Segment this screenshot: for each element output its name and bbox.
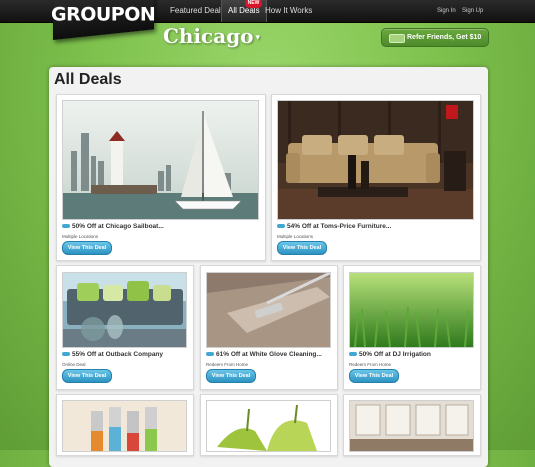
patio-furniture-image: [63, 273, 186, 347]
deal-image-kitchen[interactable]: [349, 400, 474, 452]
new-badge: NEW: [245, 0, 262, 8]
carpet-cleaning-image: [207, 273, 330, 347]
deal-image-sailboat[interactable]: [62, 100, 259, 220]
city-name: Chicago: [163, 24, 254, 48]
deal-location: Multiple Locations: [62, 234, 99, 239]
deal-title[interactable]: 50% Off at DJ Irrigation: [349, 351, 431, 358]
deal-image-shoes[interactable]: [206, 400, 331, 452]
deal-location: Online Deal: [62, 362, 86, 367]
view-deal-button[interactable]: View This Deal: [277, 241, 327, 255]
kitchen-image: [350, 401, 473, 451]
chevron-down-icon: ▾: [255, 32, 261, 43]
deal-title[interactable]: 50% Off at Chicago Sailboat...: [62, 223, 164, 230]
deal-title[interactable]: 55% Off at Outback Company: [62, 351, 163, 358]
tag-icon: [206, 352, 214, 357]
view-deal-button[interactable]: View This Deal: [206, 369, 256, 383]
sailboat-image: [63, 101, 258, 219]
refer-friends-label: Refer Friends, Get $10: [407, 34, 482, 41]
deal-image-shakers[interactable]: [62, 400, 187, 452]
sign-in-link[interactable]: Sign In: [437, 0, 456, 22]
refer-friends-button[interactable]: Refer Friends, Get $10: [381, 28, 489, 47]
page-title: All Deals: [54, 71, 122, 88]
money-icon: [389, 34, 405, 43]
city-selector[interactable]: Chicago ▾: [163, 24, 260, 48]
deal-location: Multiple Locations: [277, 234, 314, 239]
view-deal-button[interactable]: View This Deal: [62, 369, 112, 383]
view-deal-button[interactable]: View This Deal: [349, 369, 399, 383]
furniture-image: [278, 101, 473, 219]
deal-title[interactable]: 61% Off at White Glove Cleaning...: [206, 351, 322, 358]
deal-image-furniture[interactable]: [277, 100, 474, 220]
shoes-image: [207, 401, 330, 451]
tag-icon: [62, 224, 70, 229]
deal-location: Redeem From Home: [206, 362, 249, 367]
deal-image-carpet-cleaning[interactable]: [206, 272, 331, 348]
tag-icon: [349, 352, 357, 357]
nav-how-it-works[interactable]: How It Works: [265, 0, 312, 22]
tag-icon: [277, 224, 285, 229]
cocktail-shakers-image: [63, 401, 186, 451]
deal-image-grass[interactable]: [349, 272, 474, 348]
deal-image-outdoor-furniture[interactable]: [62, 272, 187, 348]
sign-up-link[interactable]: Sign Up: [462, 0, 483, 22]
nav-featured-deal[interactable]: Featured Deal: [170, 0, 221, 22]
grass-image: [350, 273, 473, 347]
view-deal-button[interactable]: View This Deal: [62, 241, 112, 255]
deal-title[interactable]: 54% Off at Toms-Price Furniture...: [277, 223, 391, 230]
tag-icon: [62, 352, 70, 357]
deal-location: Redeem From Home: [349, 362, 392, 367]
